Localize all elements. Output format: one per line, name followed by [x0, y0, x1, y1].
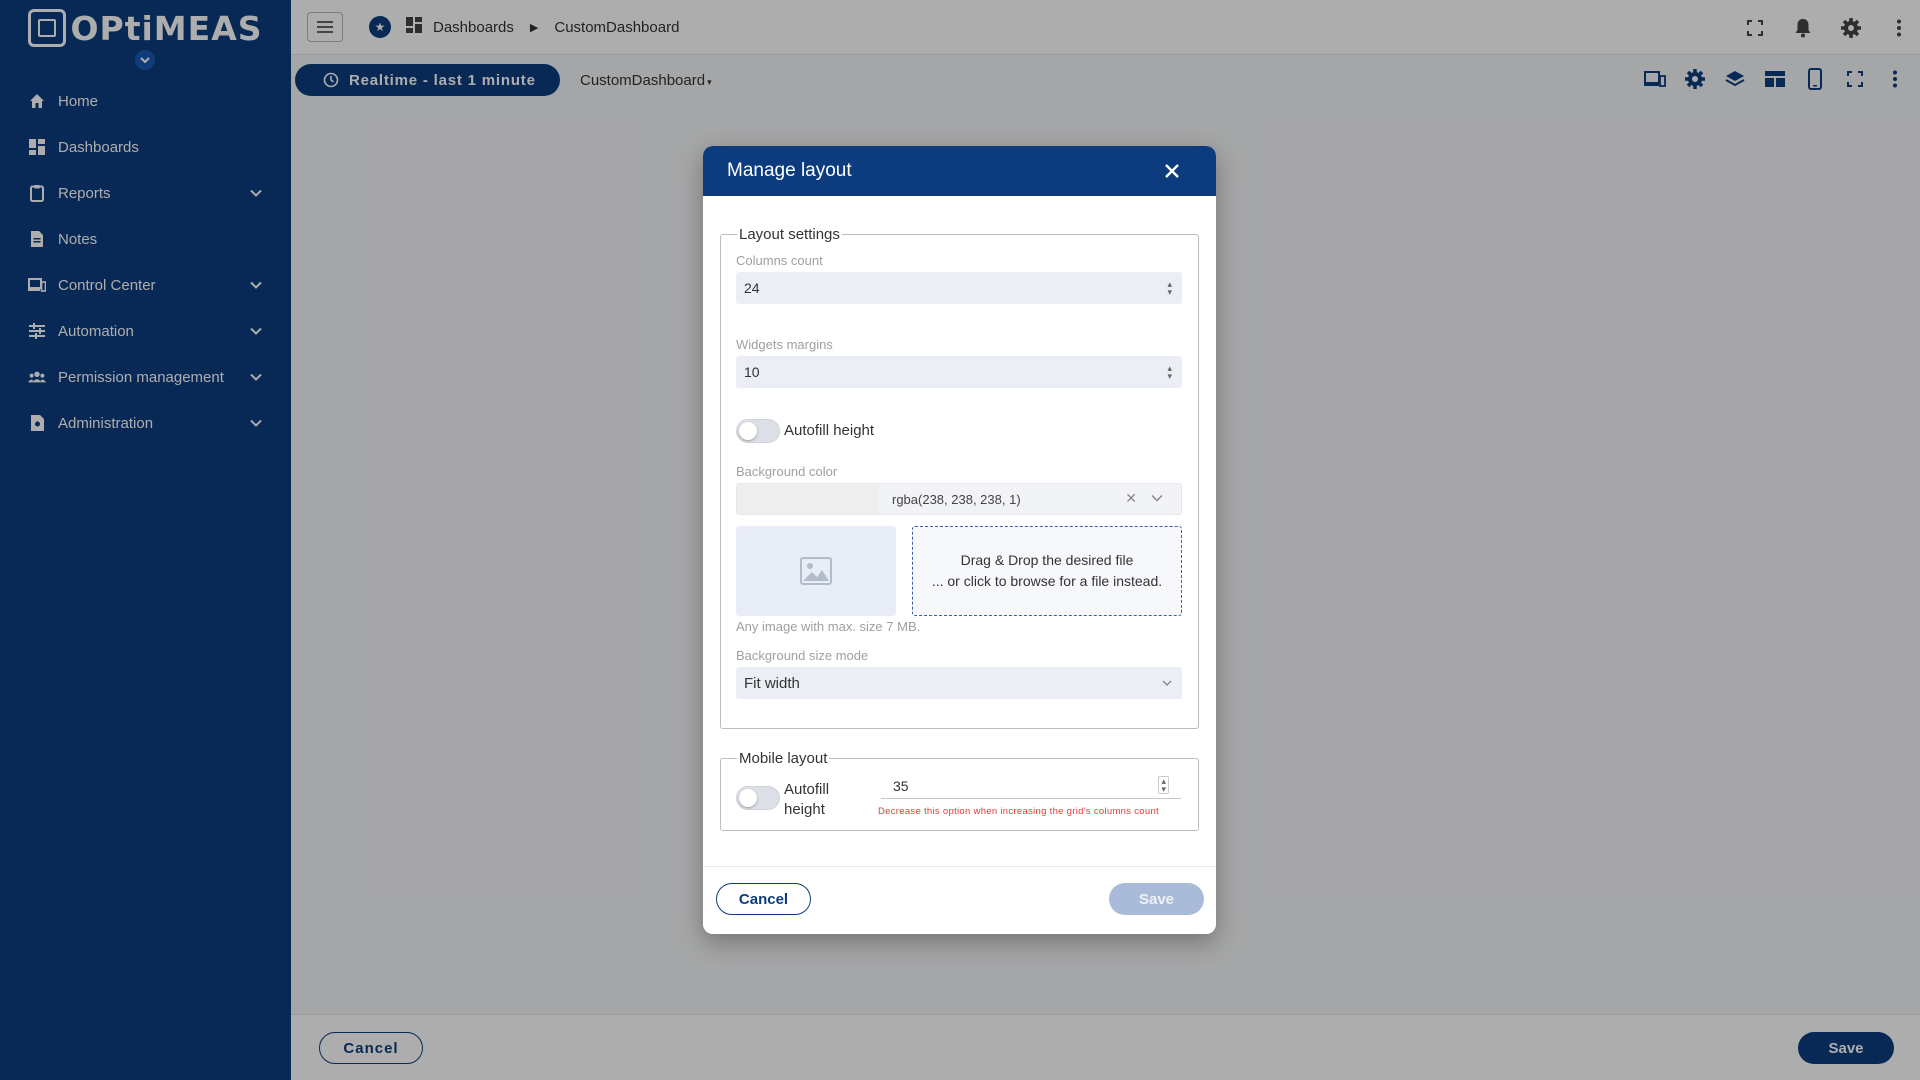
- columns-count-value: 24: [744, 280, 760, 296]
- close-icon[interactable]: [1162, 161, 1182, 181]
- columns-count-input[interactable]: 24 ▴ ▾: [736, 272, 1182, 304]
- layout-settings-legend: Layout settings: [739, 226, 840, 243]
- columns-count-label: Columns count: [736, 253, 823, 268]
- mobile-autofill-height-label: Autofill height: [784, 780, 829, 820]
- mobile-row-height-warning: Decrease this option when increasing the…: [878, 806, 1159, 817]
- mobile-row-height-value: 35: [893, 777, 909, 794]
- image-placeholder-icon: [800, 557, 832, 585]
- save-button[interactable]: Save: [1109, 883, 1204, 915]
- background-size-mode-label: Background size mode: [736, 648, 869, 663]
- background-size-mode-value: Fit width: [744, 674, 800, 692]
- mobile-autofill-line1: Autofill: [784, 781, 830, 798]
- background-color-label: Background color: [736, 464, 838, 479]
- mobile-row-height-input[interactable]: 35 ▴ ▾: [881, 773, 1181, 799]
- cancel-button[interactable]: Cancel: [716, 883, 811, 915]
- widgets-margins-value: 10: [744, 364, 760, 380]
- color-swatch[interactable]: [737, 484, 879, 514]
- image-size-hint: Any image with max. size 7 MB.: [736, 619, 921, 634]
- manage-layout-dialog: Manage layout Layout settings Columns co…: [703, 146, 1216, 934]
- widgets-margins-label: Widgets margins: [736, 337, 833, 352]
- background-color-picker[interactable]: rgba(238, 238, 238, 1) ✕: [736, 483, 1182, 515]
- autofill-height-label: Autofill height: [784, 422, 875, 439]
- dialog-title: Manage layout: [727, 160, 852, 181]
- stepper-arrows-icon[interactable]: ▴ ▾: [1158, 776, 1169, 794]
- stepper-arrows-icon[interactable]: ▴ ▾: [1167, 364, 1172, 381]
- dialog-footer: Cancel Save: [703, 866, 1216, 934]
- stepper-arrows-icon[interactable]: ▴ ▾: [1167, 280, 1172, 297]
- widgets-margins-input[interactable]: 10 ▴ ▾: [736, 356, 1182, 388]
- autofill-height-toggle[interactable]: [736, 419, 780, 443]
- dialog-header: Manage layout: [703, 146, 1216, 196]
- drop-zone-line2: ... or click to browse for a file instea…: [931, 573, 1163, 589]
- mobile-autofill-height-toggle[interactable]: [736, 786, 780, 810]
- chevron-down-icon: [1162, 680, 1172, 686]
- image-preview: [736, 526, 896, 616]
- file-drop-zone[interactable]: Drag & Drop the desired file ... or clic…: [912, 526, 1182, 616]
- clear-color-icon[interactable]: ✕: [1125, 490, 1137, 507]
- mobile-autofill-line2: height: [784, 801, 825, 818]
- mobile-layout-legend: Mobile layout: [739, 750, 828, 767]
- drop-zone-line1: Drag & Drop the desired file: [960, 552, 1134, 568]
- background-size-mode-select[interactable]: Fit width: [736, 667, 1182, 699]
- background-color-value: rgba(238, 238, 238, 1): [892, 492, 1021, 507]
- chevron-down-icon[interactable]: [1151, 492, 1163, 504]
